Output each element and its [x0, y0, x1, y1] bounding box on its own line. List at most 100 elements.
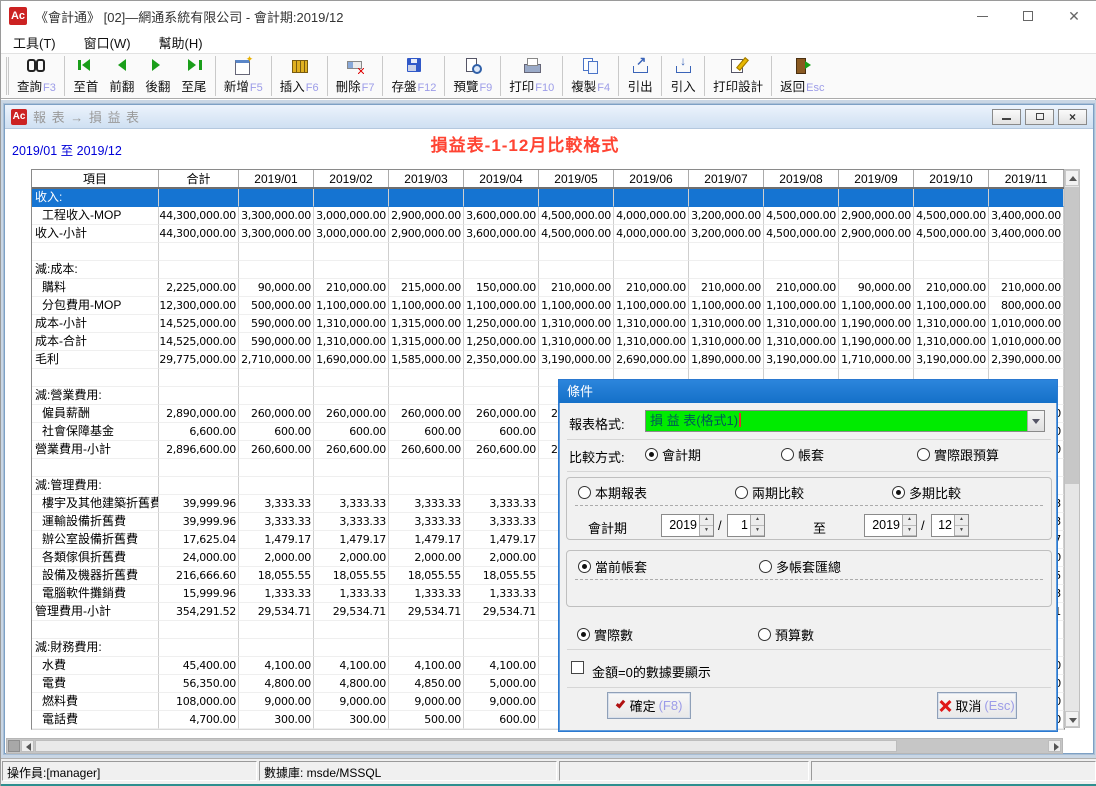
toolbar-button-export[interactable]: 引出: [622, 56, 658, 96]
radio-多期比較[interactable]: 多期比較: [892, 483, 1049, 502]
toolbar-button-caption: 新增F5: [224, 76, 263, 95]
radio-label: 實際跟預算: [934, 445, 999, 464]
radio-實際跟預算[interactable]: 實際跟預算: [917, 445, 1053, 464]
radio-帳套[interactable]: 帳套: [781, 445, 917, 464]
spin-down-icon[interactable]: ▼: [751, 526, 764, 537]
column-header: 2019/04: [464, 170, 539, 187]
toolbar-button-print[interactable]: 打印F10: [504, 56, 559, 96]
radio-circle-icon: [758, 628, 771, 641]
table-row[interactable]: [32, 243, 1064, 261]
toolbar-button-save[interactable]: 存盤F12: [386, 56, 441, 96]
toolbar-grip: [6, 57, 9, 95]
value-cell: [159, 477, 239, 495]
toolbar-button-fkey: F10: [535, 82, 554, 94]
report-minimize-button[interactable]: [992, 109, 1021, 125]
toolbar-button-label: 引出: [628, 76, 653, 95]
row-label: 減:管理費用:: [32, 477, 159, 495]
toolbar-button-import[interactable]: 引入: [665, 56, 701, 96]
horizontal-scrollbar[interactable]: [6, 738, 1063, 754]
value-cell: [389, 189, 464, 207]
value-cell: [159, 243, 239, 261]
menu-item-窗口(W)[interactable]: 窗口(W): [84, 33, 131, 52]
minimize-button[interactable]: [959, 1, 1005, 31]
spin-up-icon[interactable]: ▲: [700, 515, 713, 526]
row-label: 辦公室設備折舊費: [32, 531, 159, 549]
scroll-right-button[interactable]: [1048, 740, 1061, 752]
table-row[interactable]: 成本-小計14,525,000.00590,000.001,310,000.00…: [32, 315, 1064, 333]
horizontal-scroll-thumb[interactable]: [35, 740, 897, 752]
account-book-options: 當前帳套多帳套匯總: [578, 557, 940, 576]
table-row[interactable]: 減:成本:: [32, 261, 1064, 279]
maximize-button[interactable]: [1005, 1, 1051, 31]
scroll-down-button[interactable]: [1065, 711, 1079, 727]
toolbar-button-insert[interactable]: 插入F6: [275, 56, 324, 96]
cancel-button[interactable]: 取消 (Esc): [937, 692, 1017, 719]
radio-多帳套匯總[interactable]: 多帳套匯總: [759, 557, 940, 576]
vertical-scrollbar[interactable]: [1064, 169, 1080, 728]
toolbar-button-prev[interactable]: 前翻: [104, 56, 140, 96]
toolbar-button-copy[interactable]: 複製F4: [566, 56, 615, 96]
radio-會計期[interactable]: 會計期: [645, 445, 781, 464]
table-row[interactable]: 成本-合計14,525,000.00590,000.001,310,000.00…: [32, 333, 1064, 351]
scroll-left-button[interactable]: [21, 740, 34, 752]
toolbar-button-new[interactable]: 新增F5: [219, 56, 268, 96]
table-row[interactable]: 工程收入-MOP44,300,000.003,300,000.003,000,0…: [32, 207, 1064, 225]
menu-item-幫助(H)[interactable]: 幫助(H): [159, 33, 203, 52]
to-label: 至: [813, 518, 826, 537]
toolbar-button-label: 打印設計: [713, 76, 763, 95]
radio-預算數[interactable]: 預算數: [758, 625, 939, 644]
toolbar-button-last[interactable]: 至尾: [176, 56, 212, 96]
period-mode-options: 本期報表兩期比較多期比較: [578, 483, 1049, 502]
radio-實際數[interactable]: 實際數: [577, 625, 758, 644]
value-cell: [614, 189, 689, 207]
spinner-buttons[interactable]: ▲▼: [902, 515, 916, 536]
menu-item-工具(T)[interactable]: 工具(T): [13, 33, 56, 52]
value-cell: [914, 243, 989, 261]
spin-up-icon[interactable]: ▲: [903, 515, 916, 526]
row-label: 運輸設備折舊費: [32, 513, 159, 531]
table-row[interactable]: 收入-小計44,300,000.003,300,000.003,000,000.…: [32, 225, 1064, 243]
report-close-button[interactable]: ×: [1058, 109, 1087, 125]
spin-down-icon[interactable]: ▼: [903, 526, 916, 537]
spinner-buttons[interactable]: ▲▼: [750, 515, 764, 536]
toolbar-button-search[interactable]: 查詢F3: [12, 56, 61, 96]
vertical-scroll-thumb[interactable]: [1065, 187, 1079, 484]
toolbar-button-next[interactable]: 後翻: [140, 56, 176, 96]
table-row[interactable]: 收入:: [32, 189, 1064, 207]
value-cell: 1,310,000.00: [689, 315, 764, 333]
spinner-buttons[interactable]: ▲▼: [954, 515, 968, 536]
table-row[interactable]: 分包費用-MOP12,300,000.00500,000.001,100,000…: [32, 297, 1064, 315]
toolbar-button-pdesign[interactable]: 打印設計: [708, 56, 768, 96]
period-to-month-spinner[interactable]: 12 ▲▼: [931, 514, 969, 537]
ok-button[interactable]: 確定 (F8): [607, 692, 691, 719]
spin-down-icon[interactable]: ▼: [955, 526, 968, 537]
radio-兩期比較[interactable]: 兩期比較: [735, 483, 892, 502]
table-row[interactable]: 購料2,225,000.0090,000.00210,000.00215,000…: [32, 279, 1064, 297]
value-cell: [389, 477, 464, 495]
report-format-combobox[interactable]: 損 益 表(格式1): [645, 410, 1045, 432]
table-row[interactable]: 毛利29,775,000.002,710,000.001,690,000.001…: [32, 351, 1064, 369]
value-cell: 1,310,000.00: [614, 333, 689, 351]
spin-up-icon[interactable]: ▲: [751, 515, 764, 526]
toolbar-button-first[interactable]: 至首: [68, 56, 104, 96]
value-cell: 1,310,000.00: [914, 333, 989, 351]
value-cell: 1,710,000.00: [839, 351, 914, 369]
period-to-year-spinner[interactable]: 2019 ▲▼: [864, 514, 917, 537]
radio-當前帳套[interactable]: 當前帳套: [578, 557, 759, 576]
radio-本期報表[interactable]: 本期報表: [578, 483, 735, 502]
toolbar-button-return[interactable]: 返回Esc: [775, 56, 829, 96]
show-zero-checkbox[interactable]: [571, 661, 584, 674]
spin-up-icon[interactable]: ▲: [955, 515, 968, 526]
scroll-up-button[interactable]: [1065, 170, 1079, 186]
period-from-year-spinner[interactable]: 2019 ▲▼: [661, 514, 714, 537]
toolbar-separator: [704, 56, 705, 96]
spin-down-icon[interactable]: ▼: [700, 526, 713, 537]
close-button[interactable]: ✕: [1051, 1, 1096, 31]
spinner-buttons[interactable]: ▲▼: [699, 515, 713, 536]
toolbar-button-label: 預覽: [453, 76, 478, 95]
toolbar-button-delete[interactable]: 刪除F7: [331, 56, 380, 96]
report-restore-button[interactable]: [1025, 109, 1054, 125]
combo-dropdown-button[interactable]: [1027, 411, 1044, 431]
toolbar-button-preview[interactable]: 預覽F9: [448, 56, 497, 96]
period-from-month-spinner[interactable]: 1 ▲▼: [727, 514, 765, 537]
